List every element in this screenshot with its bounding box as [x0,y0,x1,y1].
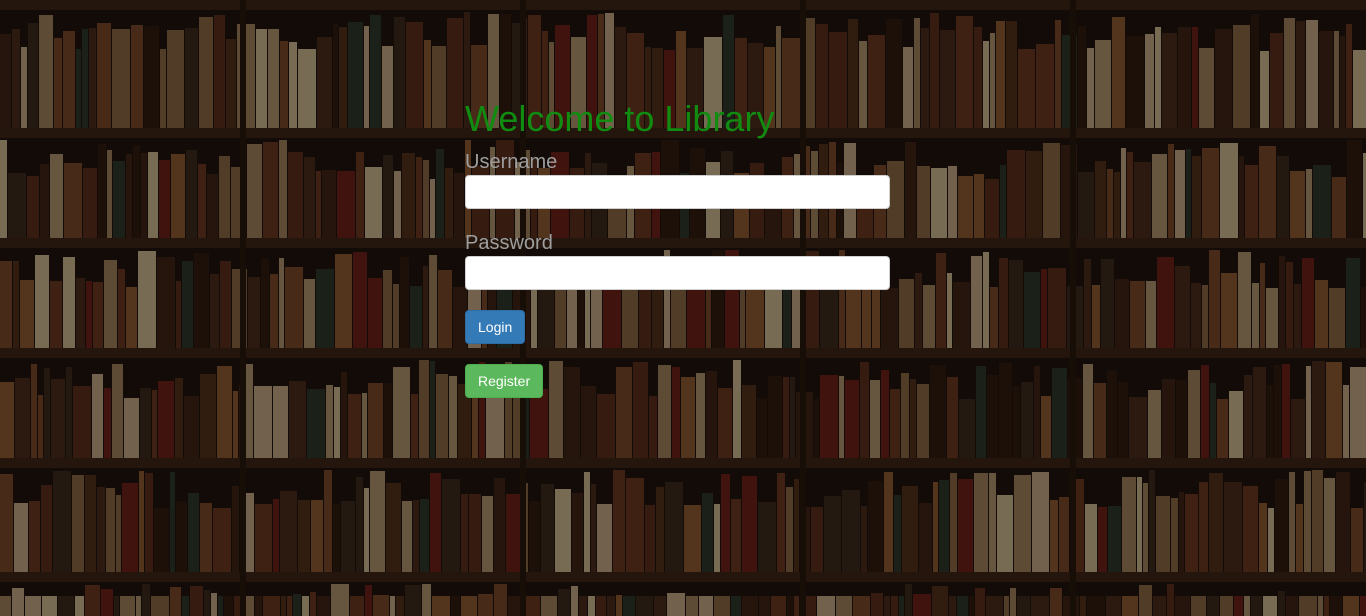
password-label: Password [465,232,553,254]
login-form: Welcome to Library Username Password Log… [465,98,890,398]
password-input[interactable] [465,256,890,290]
username-input[interactable] [465,175,890,209]
page-title: Welcome to Library [465,98,775,139]
register-button[interactable]: Register [465,364,544,398]
username-label: Username [465,151,558,173]
login-button[interactable]: Login [465,310,526,344]
